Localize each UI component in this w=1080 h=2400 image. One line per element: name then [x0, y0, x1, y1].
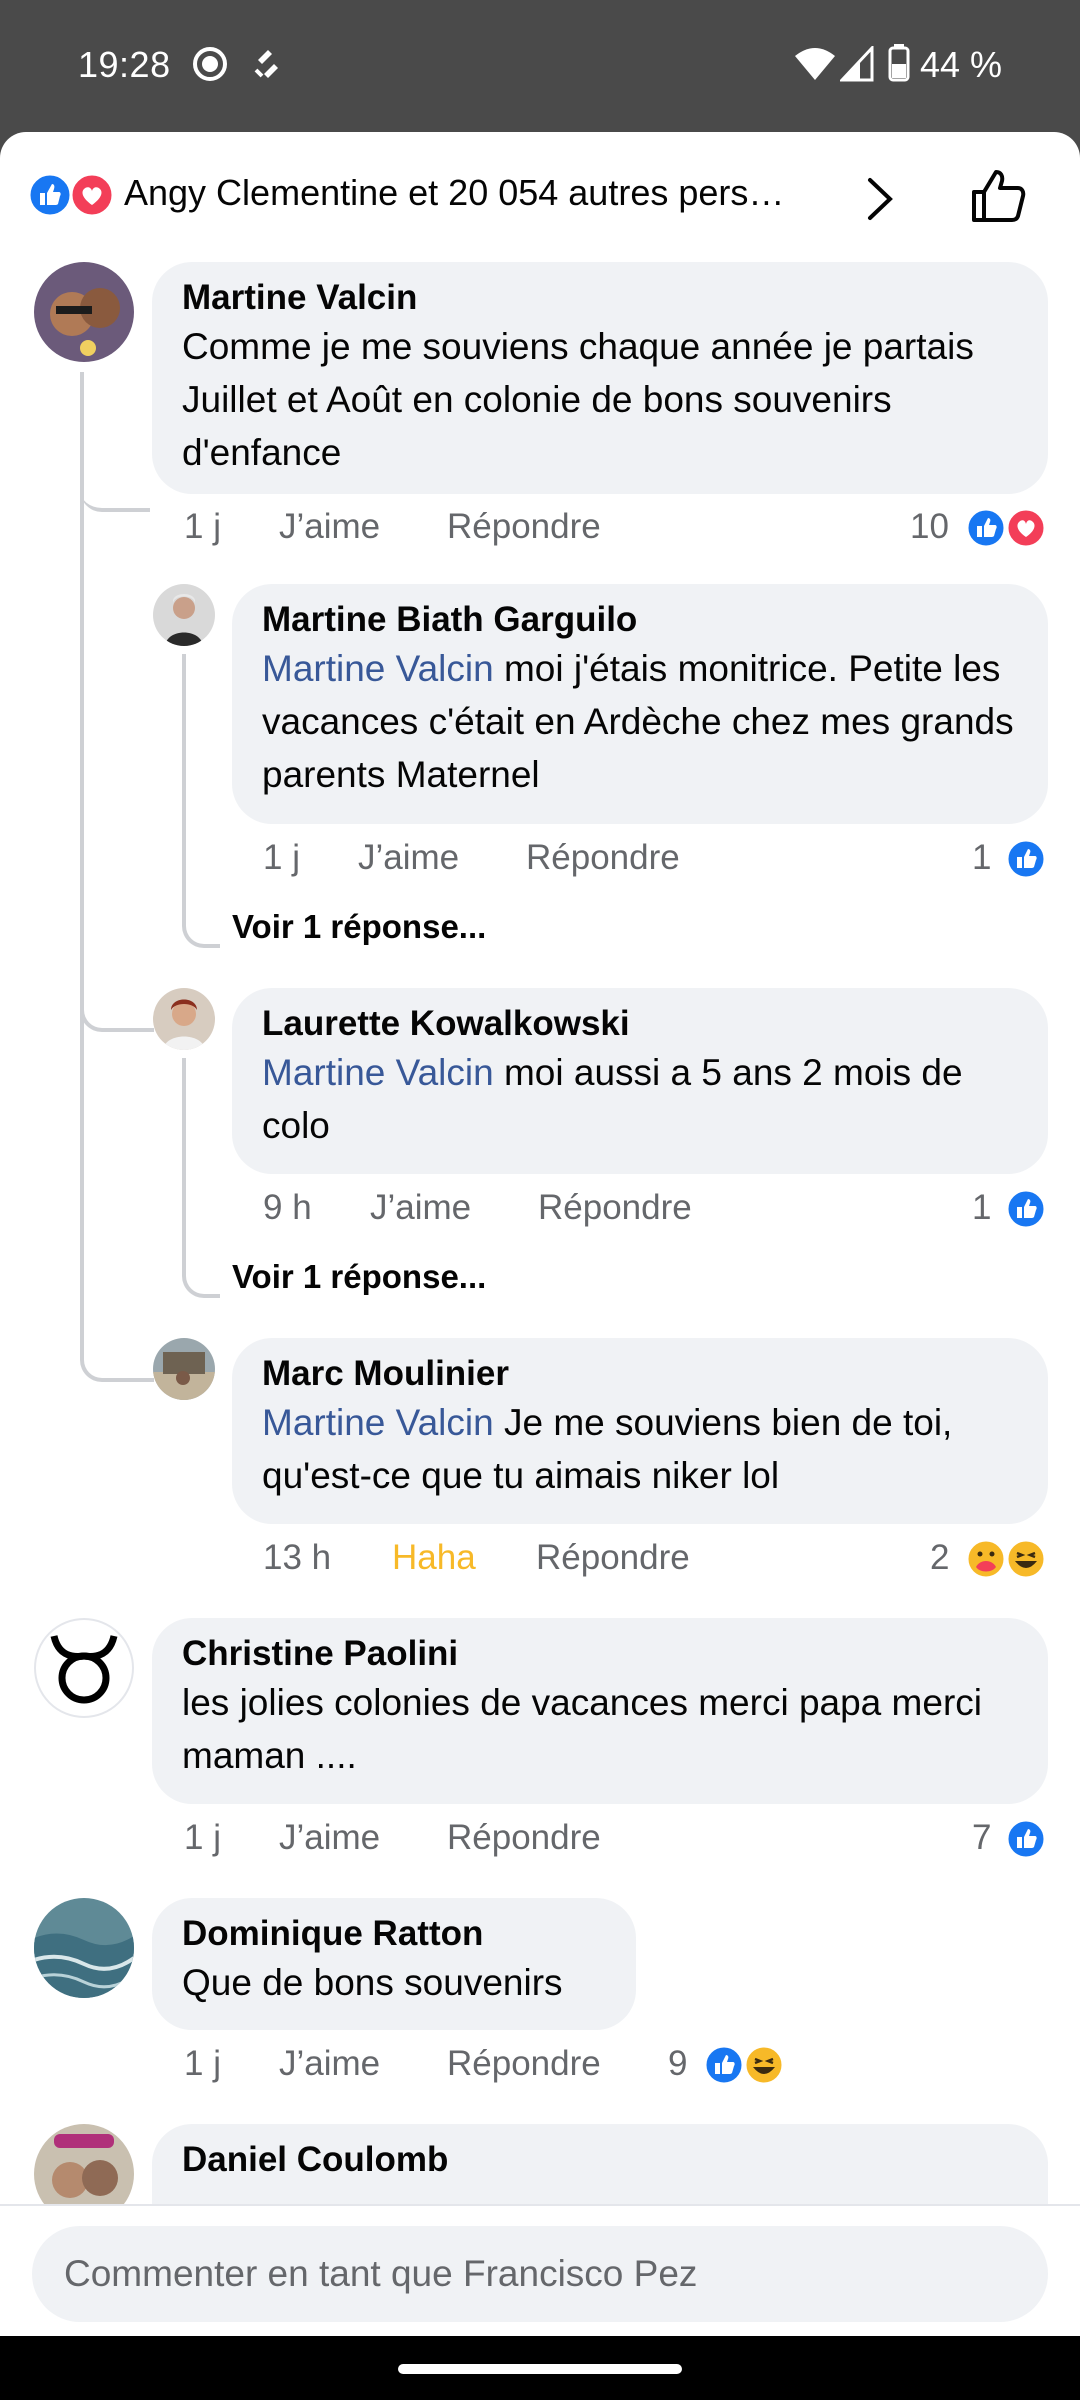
- comment-author[interactable]: Daniel Coulomb: [182, 2138, 1018, 2182]
- see-replies-link[interactable]: Voir 1 réponse...: [232, 908, 486, 946]
- thread-connector: [80, 422, 150, 512]
- mention-link[interactable]: Martine Valcin: [262, 648, 494, 689]
- avatar[interactable]: [153, 988, 215, 1050]
- comment-author[interactable]: Laurette Kowalkowski: [262, 1002, 1018, 1046]
- like-icon: [965, 507, 1007, 549]
- home-indicator[interactable]: [398, 2364, 682, 2374]
- reply-button[interactable]: Répondre: [538, 1188, 692, 1228]
- love-icon: [69, 172, 115, 218]
- thread-connector: [182, 1058, 220, 1298]
- reply-button[interactable]: Répondre: [526, 838, 680, 878]
- thread-connector: [80, 962, 154, 1382]
- comment-time: 9 h: [263, 1188, 312, 1227]
- comment-time: 1 j: [184, 1818, 221, 1857]
- comment-author[interactable]: Dominique Ratton: [182, 1912, 606, 1956]
- reaction-count[interactable]: 1: [972, 838, 991, 878]
- comment-author[interactable]: Martine Biath Garguilo: [262, 598, 1018, 642]
- comment-time: 1 j: [184, 2044, 221, 2083]
- battery-percent: 44 %: [919, 44, 1002, 85]
- reaction-count[interactable]: 1: [972, 1188, 991, 1228]
- avatar[interactable]: [34, 262, 134, 362]
- thumbs-up-outline-icon[interactable]: [968, 166, 1028, 226]
- care-icon: [965, 1538, 1007, 1580]
- reactions-summary[interactable]: Angy Clementine et 20 054 autres pers…: [0, 132, 1080, 262]
- reaction-icons[interactable]: [964, 506, 1048, 550]
- like-button[interactable]: J’aime: [279, 2044, 380, 2084]
- reply-button[interactable]: Répondre: [447, 2044, 601, 2084]
- reaction-icons: [27, 172, 115, 218]
- haha-icon: [1005, 1538, 1047, 1580]
- like-icon[interactable]: [1004, 837, 1048, 881]
- like-button[interactable]: J’aime: [279, 507, 380, 547]
- comment-text: Comme je me souviens chaque année je par…: [182, 326, 974, 473]
- comment-input[interactable]: [32, 2226, 1048, 2322]
- messenger-status-icon: [193, 47, 227, 81]
- signal-icon: [840, 46, 874, 82]
- comment-text: Que de bons souvenirs: [182, 1962, 563, 2003]
- love-icon: [1005, 507, 1047, 549]
- like-icon[interactable]: [1004, 1187, 1048, 1231]
- avatar[interactable]: [34, 1898, 134, 1998]
- taurus-icon: [50, 1635, 118, 1704]
- comment-author[interactable]: Christine Paolini: [182, 1632, 1018, 1676]
- mention-link[interactable]: Martine Valcin: [262, 1402, 494, 1443]
- comment-text: Martine Valcin moi j'étais monitrice. Pe…: [262, 648, 1014, 795]
- like-icon[interactable]: [1004, 1817, 1048, 1861]
- reply-button[interactable]: Répondre: [447, 1818, 601, 1858]
- comment-text: Martine Valcin moi aussi a 5 ans 2 mois …: [262, 1052, 963, 1146]
- comment-time: 1 j: [184, 507, 221, 546]
- comment-bubble[interactable]: Dominique Ratton Que de bons souvenirs: [152, 1898, 636, 2030]
- reaction-count[interactable]: 9: [668, 2044, 687, 2084]
- comment-bubble[interactable]: Marc Moulinier Martine Valcin Je me souv…: [232, 1338, 1048, 1524]
- status-time: 19:28: [78, 44, 171, 85]
- avatar[interactable]: [34, 1618, 134, 1718]
- reaction-icons[interactable]: [964, 1537, 1048, 1581]
- reaction-count[interactable]: 7: [972, 1818, 991, 1858]
- haha-icon: [743, 2044, 785, 2086]
- reaction-count[interactable]: 10: [910, 507, 949, 547]
- comment-bubble[interactable]: Martine Valcin Comme je me souviens chaq…: [152, 262, 1048, 494]
- thread-connector: [182, 654, 220, 948]
- comment-time: 1 j: [263, 838, 300, 877]
- avatar[interactable]: [153, 1338, 215, 1400]
- reactors-text: Angy Clementine et 20 054 autres pers…: [124, 172, 785, 213]
- wifi-icon: [795, 48, 835, 80]
- comment-bubble[interactable]: Laurette Kowalkowski Martine Valcin moi …: [232, 988, 1048, 1174]
- reaction-count[interactable]: 2: [930, 1538, 949, 1578]
- comment-composer-bar: [0, 2204, 1080, 2336]
- see-replies-link[interactable]: Voir 1 réponse...: [232, 1258, 486, 1296]
- comments-list: Martine Valcin Comme je me souviens chaq…: [0, 262, 1080, 2336]
- comment-text: Martine Valcin Je me souviens bien de to…: [262, 1402, 953, 1496]
- like-button[interactable]: J’aime: [358, 838, 459, 878]
- like-button[interactable]: J’aime: [370, 1188, 471, 1228]
- avatar[interactable]: [153, 584, 215, 646]
- comment-bubble[interactable]: Christine Paolini les jolies colonies de…: [152, 1618, 1048, 1804]
- battery-icon: [888, 44, 910, 82]
- like-button[interactable]: J’aime: [279, 1818, 380, 1858]
- comment-author[interactable]: Marc Moulinier: [262, 1352, 1018, 1396]
- like-icon: [703, 2044, 745, 2086]
- sync-status-icon: [254, 50, 278, 78]
- reaction-icons[interactable]: [702, 2043, 786, 2087]
- reply-button[interactable]: Répondre: [447, 507, 601, 547]
- haha-reaction-button[interactable]: Haha: [392, 1538, 476, 1578]
- chevron-right-icon[interactable]: [858, 174, 902, 224]
- status-bar: 19:28 44 %: [0, 0, 1080, 130]
- comments-sheet: Angy Clementine et 20 054 autres pers… M…: [0, 132, 1080, 2336]
- comment-time: 13 h: [263, 1538, 332, 1577]
- reply-button[interactable]: Répondre: [536, 1538, 690, 1578]
- like-icon: [27, 172, 73, 218]
- comment-bubble[interactable]: Martine Biath Garguilo Martine Valcin mo…: [232, 584, 1048, 824]
- comment-author[interactable]: Martine Valcin: [182, 276, 1018, 320]
- mention-link[interactable]: Martine Valcin: [262, 1052, 494, 1093]
- comment-text: les jolies colonies de vacances merci pa…: [182, 1682, 982, 1776]
